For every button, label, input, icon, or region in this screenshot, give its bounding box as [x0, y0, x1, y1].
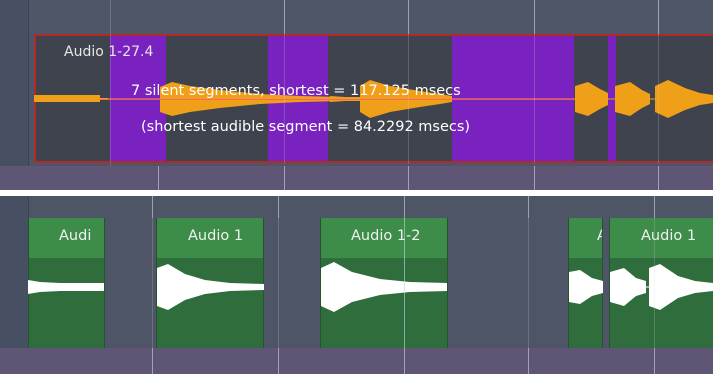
grid-line	[654, 348, 655, 374]
grid-line	[278, 218, 279, 348]
track-footer-strip	[0, 166, 713, 190]
silence-detection-track: Audio 1-27.4 7 silent segments, shortest…	[0, 0, 713, 190]
track-footer-strip	[0, 348, 713, 374]
grid-line	[158, 166, 159, 190]
grid-line	[152, 218, 153, 348]
grid-line	[528, 218, 529, 348]
grid-line	[284, 34, 285, 164]
grid-line	[408, 0, 409, 34]
grid-line	[654, 218, 655, 348]
grid-line	[408, 34, 409, 164]
grid-line	[534, 34, 535, 164]
grid-line	[408, 166, 409, 190]
grid-line	[658, 0, 659, 34]
audible-segment-label: (shortest audible segment = 84.2292 msec…	[141, 119, 471, 135]
grid-line	[658, 166, 659, 190]
grid-line	[110, 0, 111, 190]
silence-count-label: 7 silent segments, shortest = 117.125 ms…	[131, 83, 461, 99]
grid-line	[284, 0, 285, 34]
grid-line	[404, 218, 405, 348]
grid-line	[528, 348, 529, 374]
grid-line	[278, 348, 279, 374]
split-clips-track: Audi Audio 1 Audio 1-2 A Audio 1	[0, 196, 713, 374]
grid-line	[284, 166, 285, 190]
grid-line	[534, 0, 535, 34]
grid-line	[152, 348, 153, 374]
grid-line	[534, 166, 535, 190]
grid-line	[658, 34, 659, 164]
grid-line	[404, 348, 405, 374]
clip-title: Audio 1-27.4	[64, 44, 154, 60]
